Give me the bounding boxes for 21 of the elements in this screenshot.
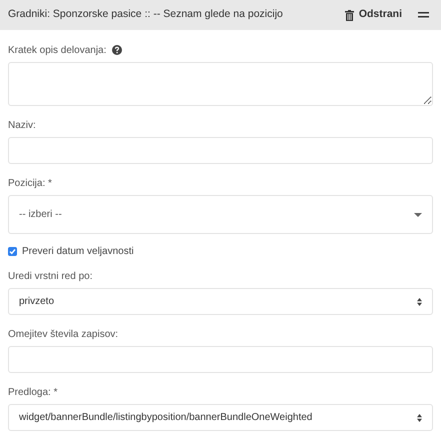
input-field[interactable] [8, 346, 433, 373]
field-label: Kratek opis delovanja: [8, 44, 106, 58]
select-field[interactable]: privzeto [8, 288, 433, 315]
caret-icon [414, 212, 422, 216]
checkbox[interactable] [8, 247, 17, 256]
select-field[interactable]: widget/bannerBundle/listingbyposition/bannerBundleOneWeighted [8, 404, 433, 431]
remove-button[interactable]: Odstrani [344, 7, 402, 23]
field-label: Naziv: [8, 118, 36, 132]
input-field[interactable] [8, 137, 433, 164]
field-label: Uredi vrstni red po: [8, 270, 92, 284]
trash-icon [344, 10, 354, 20]
dropdown[interactable]: -- izberi -- [8, 195, 433, 234]
help-icon[interactable] [112, 45, 122, 55]
field-label: Omejitev števila zapisov: [8, 328, 118, 342]
checkbox-label: Preveri datum veljavnosti [22, 245, 134, 259]
field-label: Pozicija: * [8, 176, 52, 190]
panel-title: Gradniki: Sponzorske pasice :: -- Seznam glede na pozicijo [8, 7, 284, 22]
field-label: Predloga: * [8, 386, 58, 400]
drag-handle-icon[interactable] [418, 12, 429, 18]
sort-arrows-icon [417, 414, 422, 422]
sort-arrows-icon [417, 298, 422, 306]
